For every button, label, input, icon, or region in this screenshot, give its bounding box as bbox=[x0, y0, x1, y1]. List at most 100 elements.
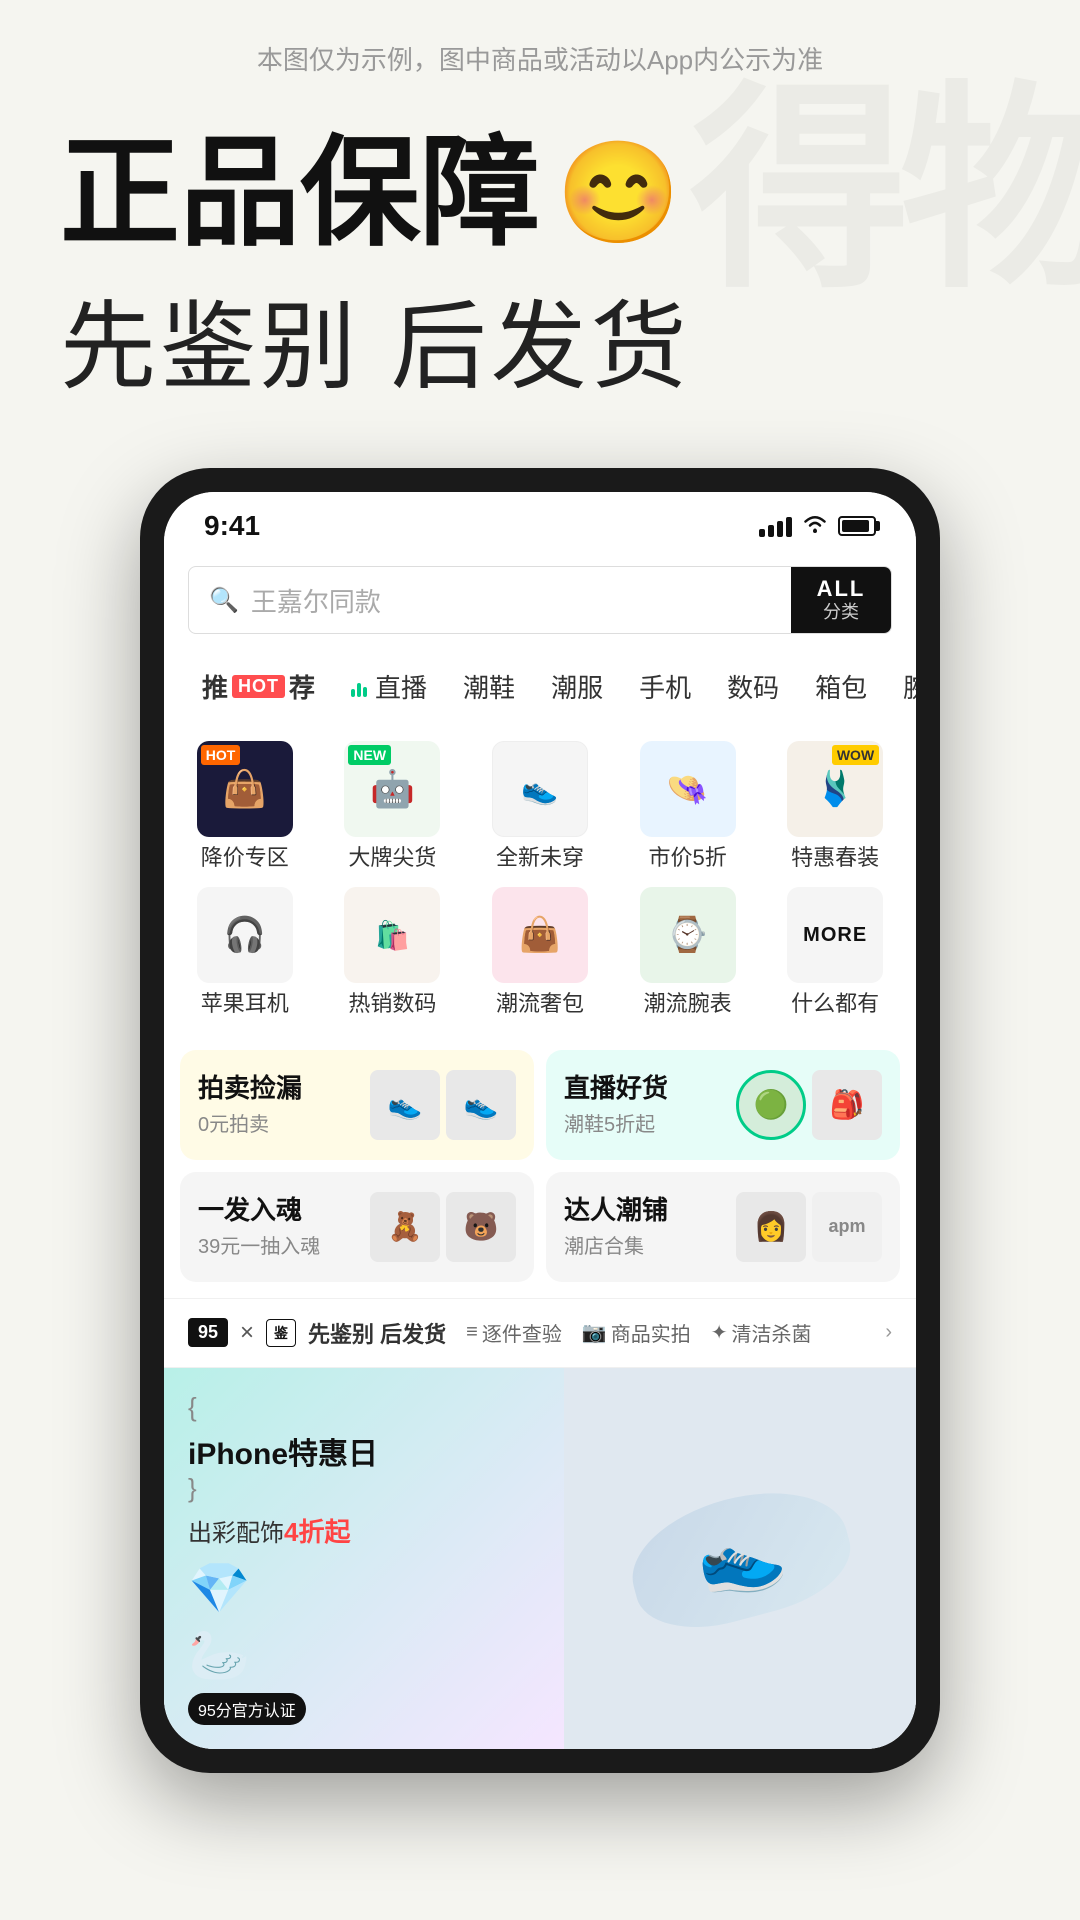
live-product-1: 🟢 bbox=[736, 1070, 806, 1140]
badge-new: NEW bbox=[348, 745, 391, 765]
feature-card-lucky-title: 一发入魂 bbox=[198, 1195, 320, 1226]
cat-nav-item-bags[interactable]: 箱包 bbox=[797, 660, 885, 713]
cat-nav-item-live[interactable]: 直播 bbox=[333, 660, 445, 713]
battery-fill bbox=[842, 520, 869, 532]
lucky-product-1: 🧸 bbox=[370, 1192, 440, 1262]
auth-arrow-icon: › bbox=[885, 1321, 892, 1344]
feature-card-auction-sub: 0元拍卖 bbox=[198, 1108, 302, 1137]
feature-card-auction-title: 拍卖捡漏 bbox=[198, 1073, 302, 1104]
hero-emoji: 😊 bbox=[556, 138, 681, 248]
product-item-digital[interactable]: 🛍️ 热销数码 bbox=[328, 887, 458, 1017]
hero-title: 正品保障 😊 bbox=[60, 127, 1020, 259]
phone-screen: 9:41 bbox=[164, 492, 916, 1749]
product-row-2: 🎧 苹果耳机 🛍️ 热销数码 👜 bbox=[180, 887, 900, 1017]
hero-subtitle: 先鉴别 后发货 bbox=[60, 269, 1020, 408]
banner-bracelet: 💎 bbox=[188, 1559, 540, 1618]
lucky-product-2: 🐻 bbox=[446, 1192, 516, 1262]
product-img-half: 👒 bbox=[640, 741, 736, 837]
banner-left[interactable]: { iPhone特惠日 } 出彩配饰4折起 💎 🦢 95分官方认证 bbox=[164, 1368, 564, 1749]
product-item-watch[interactable]: ⌚ 潮流腕表 bbox=[623, 887, 753, 1017]
search-all-button[interactable]: ALL 分类 bbox=[791, 567, 891, 633]
feature-card-live-info: 直播好货 潮鞋5折起 bbox=[564, 1073, 668, 1137]
product-item-brand[interactable]: 🤖 NEW 大牌尖货 bbox=[328, 741, 458, 871]
status-bar: 9:41 bbox=[164, 492, 916, 552]
signal-bar-2 bbox=[768, 525, 774, 537]
product-item-new[interactable]: 👟 全新未穿 bbox=[475, 741, 605, 871]
search-bar[interactable]: 🔍 王嘉尔同款 ALL 分类 bbox=[188, 566, 892, 634]
product-item-half[interactable]: 👒 市价5折 bbox=[623, 741, 753, 871]
product-img-sale: 👜 HOT bbox=[197, 741, 293, 837]
live-product-2: 🎒 bbox=[812, 1070, 882, 1140]
feature-card-auction-imgs: 👟 👟 bbox=[370, 1070, 516, 1140]
sneaker-image: 👟 bbox=[618, 1472, 862, 1645]
auth-cross: × bbox=[240, 1319, 254, 1347]
cat-nav-item-digital[interactable]: 数码 bbox=[709, 660, 797, 713]
feature-card-lucky[interactable]: 一发入魂 39元一抽入魂 🧸 🐻 bbox=[180, 1172, 534, 1282]
search-input[interactable]: 🔍 王嘉尔同款 bbox=[189, 582, 791, 619]
status-icons bbox=[759, 512, 876, 541]
feature-card-lucky-imgs: 🧸 🐻 bbox=[370, 1192, 516, 1262]
product-item-spring[interactable]: 🩱 WOW 特惠春装 bbox=[770, 741, 900, 871]
banner-brace-close: } bbox=[188, 1473, 540, 1504]
signal-bar-1 bbox=[759, 529, 765, 537]
auth-badge-partner: 鉴 bbox=[266, 1319, 296, 1347]
auth-text: 先鉴别 后发货 bbox=[308, 1317, 446, 1349]
feature-card-store-sub: 潮店合集 bbox=[564, 1230, 668, 1259]
product-label-digital: 热销数码 bbox=[348, 991, 436, 1017]
product-item-sale[interactable]: 👜 HOT 降价专区 bbox=[180, 741, 310, 871]
feature-card-store[interactable]: 达人潮铺 潮店合集 👩 apm bbox=[546, 1172, 900, 1282]
signal-icon bbox=[759, 515, 792, 537]
feature-row-2: 一发入魂 39元一抽入魂 🧸 🐻 达人潮铺 潮店合集 bbox=[180, 1172, 900, 1282]
product-item-luxury[interactable]: 👜 潮流奢包 bbox=[475, 887, 605, 1017]
cat-nav-item-phone[interactable]: 手机 bbox=[621, 660, 709, 713]
hero-title-text: 正品保障 bbox=[60, 127, 540, 259]
banner-right[interactable]: 👟 bbox=[564, 1368, 916, 1749]
auction-product-1: 👟 bbox=[370, 1070, 440, 1140]
disclaimer-text: 本图仅为示例，图中商品或活动以App内公示为准 bbox=[0, 0, 1080, 107]
product-img-new: 👟 bbox=[492, 741, 588, 837]
feature-card-live[interactable]: 直播好货 潮鞋5折起 🟢 🎒 bbox=[546, 1050, 900, 1160]
search-all-sub: 分类 bbox=[823, 602, 859, 624]
cat-nav-item-watch[interactable]: 腕 bbox=[885, 660, 916, 713]
battery-icon bbox=[838, 516, 876, 536]
product-item-airpods[interactable]: 🎧 苹果耳机 bbox=[180, 887, 310, 1017]
product-img-brand: 🤖 NEW bbox=[344, 741, 440, 837]
cat-nav-item-recommend[interactable]: 推 HOT 荐 bbox=[184, 660, 333, 713]
banner-iphone-title: iPhone特惠日 bbox=[188, 1429, 540, 1473]
cat-label-live: 直播 bbox=[375, 668, 427, 705]
cat-nav-item-shoes[interactable]: 潮鞋 bbox=[445, 660, 533, 713]
product-item-more[interactable]: MORE 什么都有 bbox=[770, 887, 900, 1017]
phone-wrapper: 9:41 bbox=[0, 468, 1080, 1773]
product-img-more: MORE bbox=[787, 887, 883, 983]
banner-items: 💎 🦢 bbox=[188, 1559, 540, 1685]
product-img-spring: 🩱 WOW bbox=[787, 741, 883, 837]
auth-badge-95: 95 bbox=[188, 1318, 228, 1347]
feature-card-live-imgs: 🟢 🎒 bbox=[736, 1070, 882, 1140]
store-product-1: 👩 bbox=[736, 1192, 806, 1262]
feature-card-store-info: 达人潮铺 潮店合集 bbox=[564, 1195, 668, 1259]
wifi-icon bbox=[802, 512, 828, 541]
signal-bar-3 bbox=[777, 521, 783, 537]
live-icon bbox=[351, 677, 367, 697]
hot-badge: HOT bbox=[232, 675, 285, 698]
feature-card-store-title: 达人潮铺 bbox=[564, 1195, 668, 1226]
auth-feature-clean: ✦清洁杀菌 bbox=[711, 1318, 812, 1347]
feature-card-auction[interactable]: 拍卖捡漏 0元拍卖 👟 👟 bbox=[180, 1050, 534, 1160]
product-label-more: 什么都有 bbox=[791, 991, 879, 1017]
search-icon: 🔍 bbox=[209, 586, 239, 615]
cert-text: 95分官方认证 bbox=[198, 1697, 296, 1721]
banner-sneaker-area: 👟 bbox=[630, 1498, 850, 1618]
feature-cards: 拍卖捡漏 0元拍卖 👟 👟 直播好货 潮鞋5折起 bbox=[164, 1050, 916, 1298]
auction-product-2: 👟 bbox=[446, 1070, 516, 1140]
phone-mockup: 9:41 bbox=[140, 468, 940, 1773]
auth-bar[interactable]: 95 × 鉴 先鉴别 后发货 ≡逐件查验 📷商品实拍 ✦清洁杀菌 › bbox=[164, 1298, 916, 1367]
category-nav: 推 HOT 荐 直播 潮鞋 潮服 手机 数码 箱包 腕 bbox=[164, 648, 916, 725]
feature-row-1: 拍卖捡漏 0元拍卖 👟 👟 直播好货 潮鞋5折起 bbox=[180, 1050, 900, 1160]
product-label-spring: 特惠春装 bbox=[791, 845, 879, 871]
search-placeholder-text: 王嘉尔同款 bbox=[251, 582, 381, 619]
signal-bar-4 bbox=[786, 517, 792, 537]
product-img-airpods: 🎧 bbox=[197, 887, 293, 983]
cat-nav-item-fashion[interactable]: 潮服 bbox=[533, 660, 621, 713]
store-product-2: apm bbox=[812, 1192, 882, 1262]
search-all-label: ALL bbox=[817, 576, 866, 602]
